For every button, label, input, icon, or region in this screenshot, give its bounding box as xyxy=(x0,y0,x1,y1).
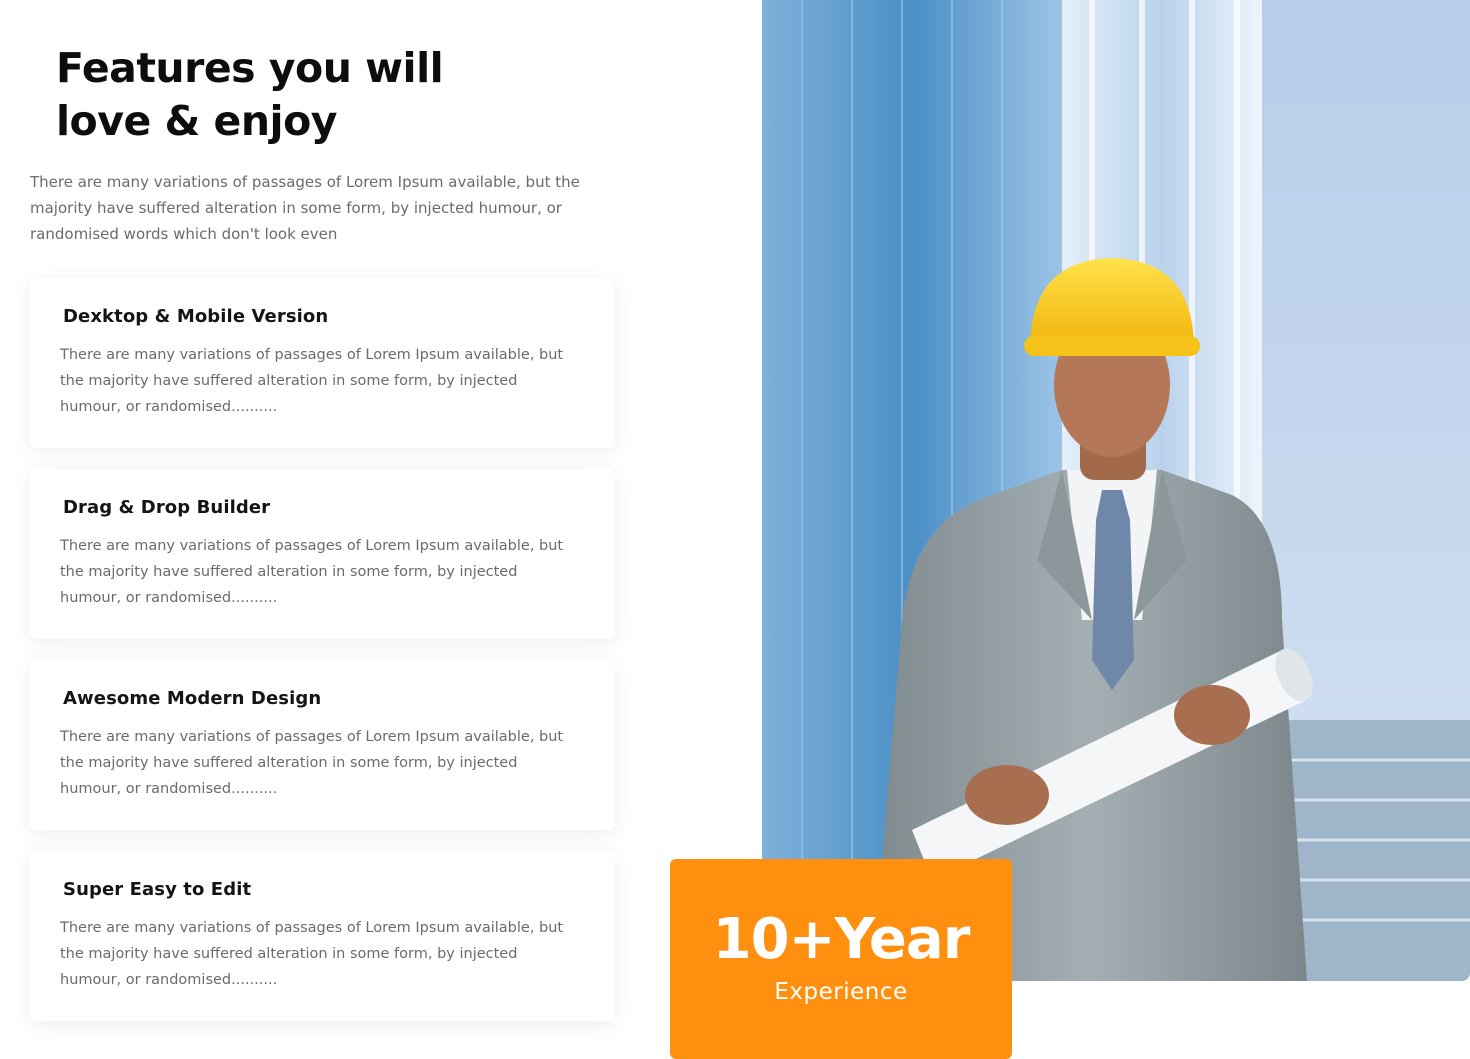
feature-card-title: Dexktop & Mobile Version xyxy=(63,306,329,327)
feature-card-text: There are many variations of passages of… xyxy=(60,729,564,797)
feature-card-modern-design: Awesome Modern Design There are many var… xyxy=(30,660,615,830)
feature-card-drag-drop: Drag & Drop Builder There are many varia… xyxy=(30,469,615,639)
section-title-line-2: love & enjoy xyxy=(56,97,338,145)
feature-card-title: Drag & Drop Builder xyxy=(63,497,271,518)
engineer-photo xyxy=(762,0,1470,981)
feature-card-title: Awesome Modern Design xyxy=(63,688,322,709)
feature-card-text: There are many variations of passages of… xyxy=(60,347,564,415)
section-title-line-1: Features you will xyxy=(56,44,444,92)
section-intro: There are many variations of passages of… xyxy=(30,173,580,243)
feature-card-easy-edit: Super Easy to Edit There are many variat… xyxy=(30,851,615,1021)
feature-card-desktop-mobile: Dexktop & Mobile Version There are many … xyxy=(30,278,615,448)
feature-card-title: Super Easy to Edit xyxy=(63,879,252,900)
feature-card-text: There are many variations of passages of… xyxy=(60,538,564,606)
experience-label: Experience xyxy=(774,979,908,1005)
experience-badge: 10+Year Experience xyxy=(670,859,1012,1059)
section-title: Features you will love & enjoy xyxy=(56,42,616,148)
feature-card-text: There are many variations of passages of… xyxy=(60,920,564,988)
experience-value: 10+Year xyxy=(712,907,971,972)
